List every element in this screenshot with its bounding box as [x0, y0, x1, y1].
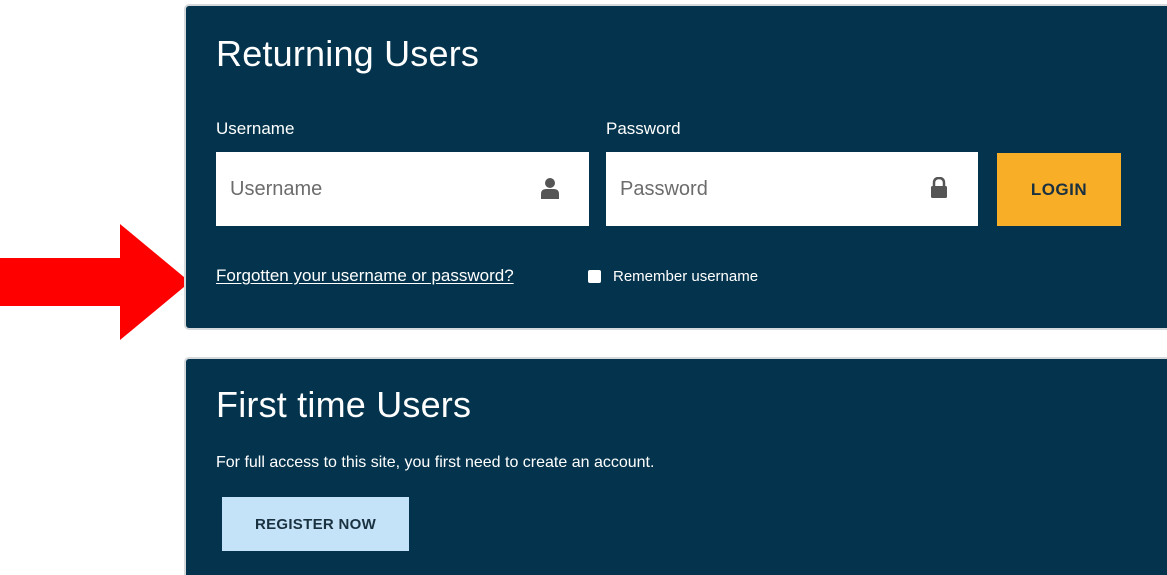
password-input[interactable]: [606, 152, 978, 226]
arrow-right-icon: [0, 224, 190, 340]
username-input[interactable]: [216, 152, 589, 226]
password-label: Password: [606, 119, 681, 138]
first-time-users-panel: First time Users For full access to this…: [184, 357, 1167, 575]
login-page: Returning Users Username Password LOGIN …: [0, 0, 1167, 575]
forgot-credentials-link[interactable]: Forgotten your username or password?: [216, 266, 514, 286]
user-icon: [541, 178, 559, 199]
password-field: [606, 152, 978, 226]
username-field: [216, 152, 589, 226]
remember-username: Remember username: [588, 268, 758, 285]
first-time-users-intro: For full access to this site, you first …: [216, 454, 655, 471]
remember-username-label[interactable]: Remember username: [613, 268, 758, 285]
login-button[interactable]: LOGIN: [997, 153, 1121, 226]
register-now-button[interactable]: REGISTER NOW: [222, 497, 409, 551]
lock-icon: [931, 177, 947, 198]
first-time-users-title: First time Users: [216, 384, 472, 425]
username-label: Username: [216, 119, 295, 138]
returning-users-title: Returning Users: [216, 33, 480, 74]
remember-username-checkbox[interactable]: [588, 270, 601, 283]
returning-users-panel: Returning Users Username Password LOGIN …: [184, 4, 1167, 330]
